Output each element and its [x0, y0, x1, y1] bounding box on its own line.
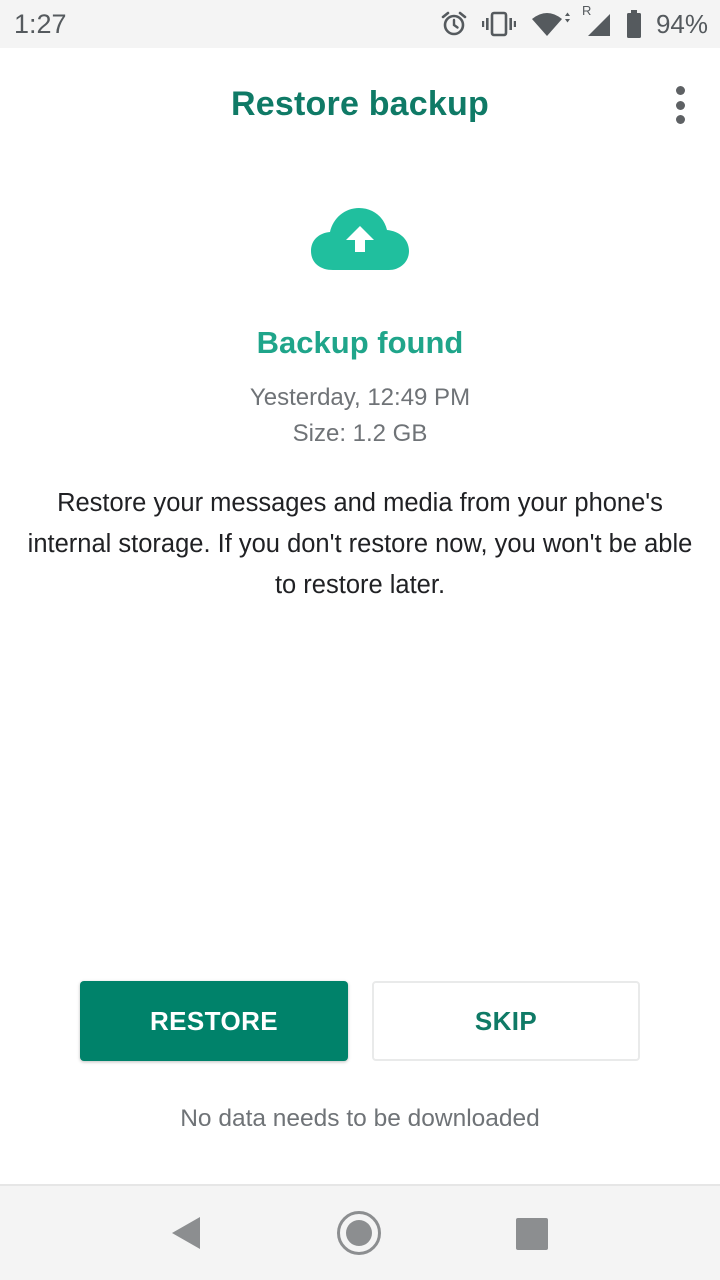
menu-dot	[675, 86, 685, 95]
backup-size: Size: 1.2 GB	[292, 420, 428, 447]
battery-icon	[626, 10, 641, 38]
download-note: No data needs to be downloaded	[180, 1105, 540, 1132]
status-time: 1:27	[14, 9, 67, 39]
vibrate-icon	[481, 11, 516, 37]
recents-icon[interactable]	[516, 1218, 548, 1250]
backup-date: Yesterday, 12:49 PM	[249, 384, 471, 411]
restore-button[interactable]: RESTORE	[80, 981, 348, 1061]
wifi-icon	[531, 12, 570, 36]
signal-icon: R	[582, 4, 612, 38]
navigation-bar	[0, 1184, 720, 1280]
status-icons: R 94%	[440, 4, 708, 42]
menu-dot	[675, 115, 685, 124]
more-vert-icon[interactable]	[668, 84, 692, 126]
cloud-upload-icon	[311, 208, 409, 270]
restore-description: Restore your messages and media from you…	[27, 489, 693, 599]
backup-found-title: Backup found	[256, 325, 464, 360]
back-icon[interactable]	[170, 1215, 202, 1251]
alarm-icon	[441, 11, 467, 36]
battery-percent: 94%	[655, 9, 708, 39]
status-bar: 1:27 R 94%	[0, 0, 720, 48]
menu-dot	[675, 100, 685, 110]
skip-button[interactable]: SKIP	[372, 981, 640, 1061]
home-icon[interactable]	[336, 1210, 382, 1256]
page-title: Restore backup	[231, 85, 489, 123]
